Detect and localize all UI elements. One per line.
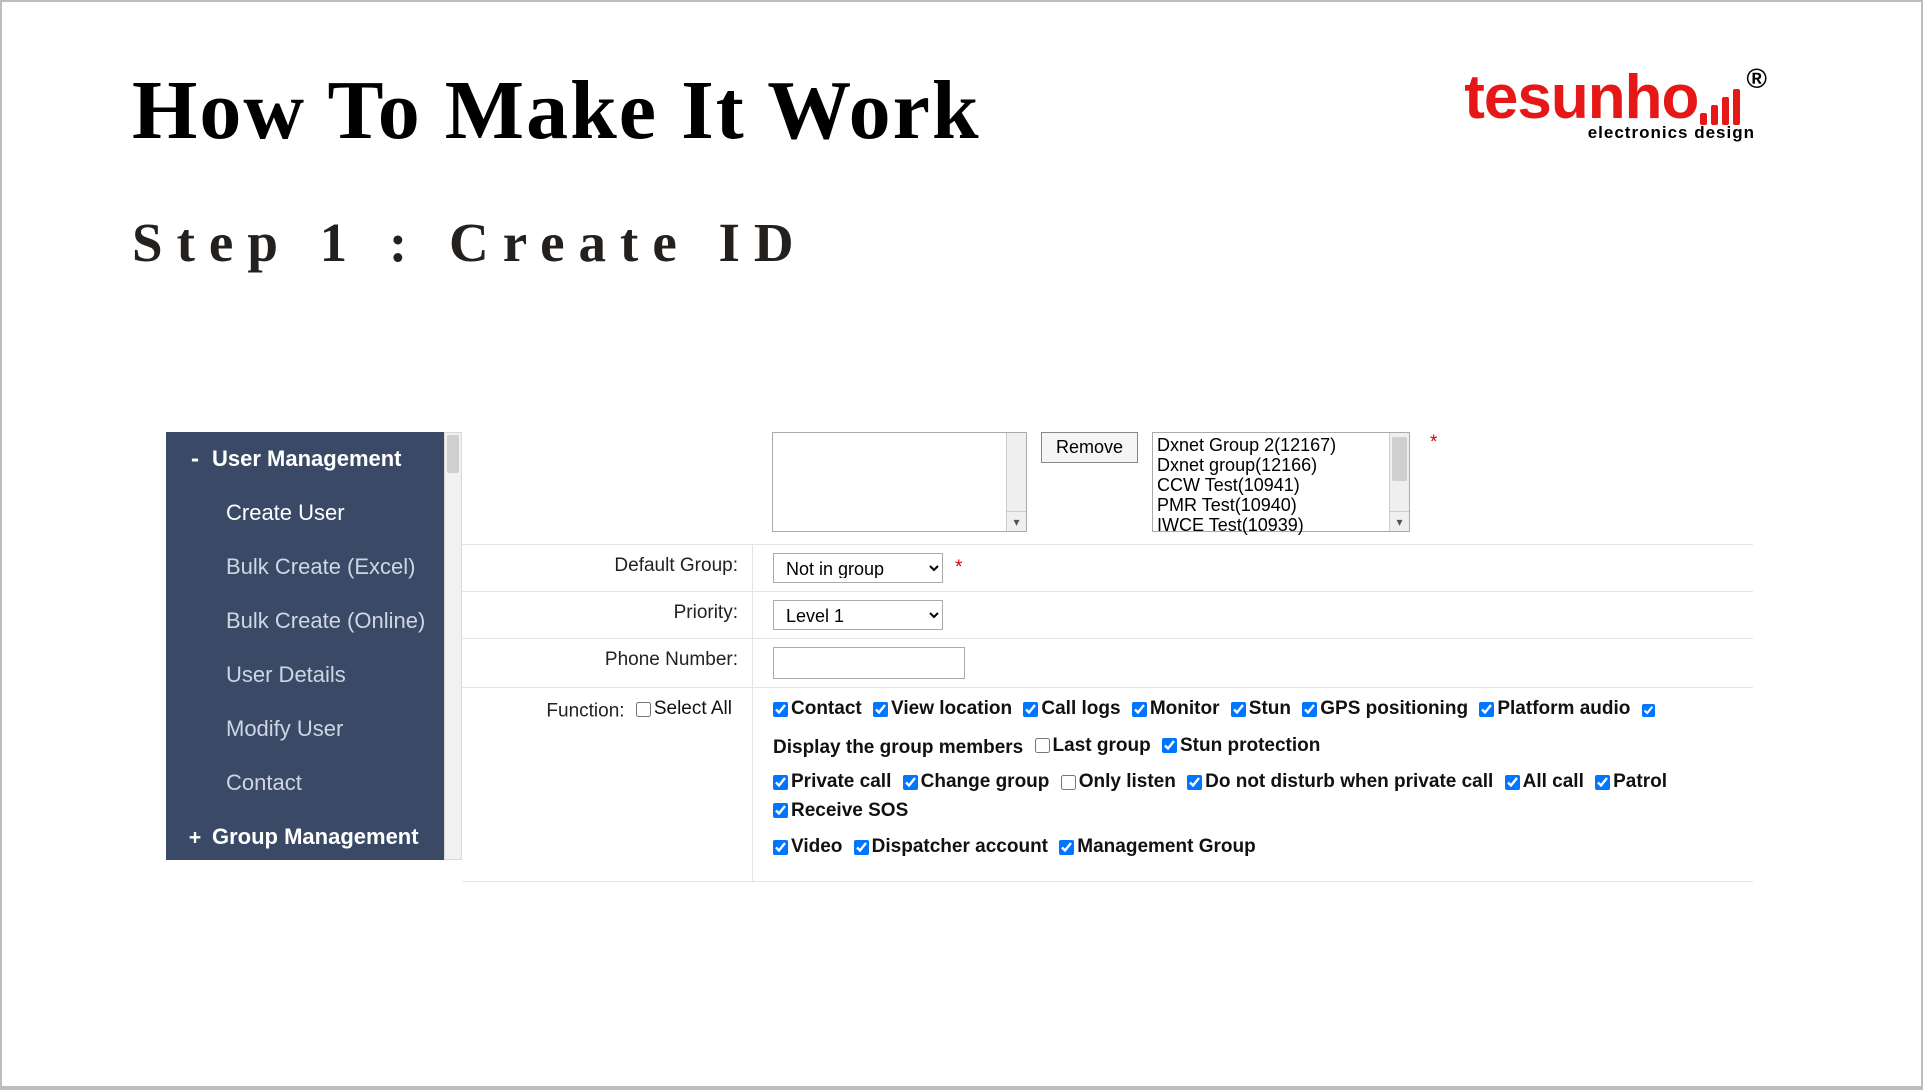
function-all-call[interactable]: All call: [1505, 769, 1584, 795]
list-item[interactable]: Dxnet Group 2(12167): [1157, 435, 1405, 455]
function-checkboxes: Contact View location Call logs Monitor …: [752, 688, 1753, 881]
sidebar-item-create-user[interactable]: Create User: [166, 486, 444, 540]
create-user-form: ▾ Remove Dxnet Group 2(12167) Dxnet grou…: [462, 432, 1753, 860]
sidebar-section-label: User Management: [212, 446, 402, 472]
default-group-row: Default Group: Not in group *: [462, 545, 1753, 592]
chevron-down-icon[interactable]: ▾: [1006, 511, 1026, 531]
priority-select[interactable]: Level 1: [773, 600, 943, 630]
default-group-select[interactable]: Not in group: [773, 553, 943, 583]
selected-groups-listbox[interactable]: ▾: [772, 432, 1027, 532]
registered-icon: ®: [1746, 63, 1767, 95]
signal-icon: [1700, 89, 1740, 125]
list-item[interactable]: CCW Test(10941): [1157, 475, 1405, 495]
function-last-group[interactable]: Last group: [1035, 733, 1151, 759]
sidebar-item-user-details[interactable]: User Details: [166, 648, 444, 702]
sidebar-wrap: - User Management Create User Bulk Creat…: [166, 432, 462, 860]
function-display-group-members[interactable]: Display the group members: [773, 735, 1023, 761]
list-item[interactable]: PMR Test(10940): [1157, 495, 1405, 515]
function-patrol[interactable]: Patrol: [1595, 769, 1667, 795]
function-do-not-disturb[interactable]: Do not disturb when private call: [1187, 769, 1493, 795]
function-dispatcher-account[interactable]: Dispatcher account: [854, 834, 1048, 860]
sidebar: - User Management Create User Bulk Creat…: [166, 432, 444, 860]
step-title: Step 1 : Create ID: [132, 211, 1791, 274]
listbox-scrollbar[interactable]: ▾: [1006, 433, 1026, 531]
function-display-group-members-leading-check[interactable]: [1642, 704, 1655, 717]
sidebar-item-bulk-create-excel[interactable]: Bulk Create (Excel): [166, 540, 444, 594]
priority-label: Priority:: [462, 592, 752, 634]
sidebar-section-label: Group Management: [212, 824, 419, 850]
function-contact[interactable]: Contact: [773, 696, 862, 722]
scrollbar-thumb[interactable]: [1392, 437, 1407, 481]
list-item[interactable]: Dxnet group(12166): [1157, 455, 1405, 475]
logo: tesunho ® electronics design: [1464, 62, 1761, 143]
function-label: Function:: [546, 701, 624, 722]
function-only-listen[interactable]: Only listen: [1061, 769, 1176, 795]
select-all-checkbox[interactable]: Select All: [636, 698, 732, 720]
group-assign-row: ▾ Remove Dxnet Group 2(12167) Dxnet grou…: [462, 432, 1753, 545]
scrollbar-thumb[interactable]: [447, 435, 459, 473]
list-item[interactable]: IWCE Test(10939): [1157, 515, 1405, 535]
function-view-location[interactable]: View location: [873, 696, 1012, 722]
function-private-call[interactable]: Private call: [773, 769, 891, 795]
function-stun[interactable]: Stun: [1231, 696, 1291, 722]
function-video[interactable]: Video: [773, 834, 842, 860]
sidebar-item-contact[interactable]: Contact: [166, 756, 444, 810]
phone-input[interactable]: [773, 647, 965, 679]
phone-label: Phone Number:: [462, 639, 752, 681]
required-marker: *: [955, 557, 962, 579]
function-row: Function: Select All Contact View locati…: [462, 688, 1753, 882]
sidebar-item-modify-user[interactable]: Modify User: [166, 702, 444, 756]
checkbox-icon[interactable]: [636, 702, 651, 717]
phone-row: Phone Number:: [462, 639, 1753, 688]
priority-row: Priority: Level 1: [462, 592, 1753, 639]
function-gps-positioning[interactable]: GPS positioning: [1302, 696, 1468, 722]
sidebar-scrollbar[interactable]: [444, 432, 462, 860]
available-groups-listbox[interactable]: Dxnet Group 2(12167) Dxnet group(12166) …: [1152, 432, 1410, 532]
chevron-down-icon[interactable]: ▾: [1389, 511, 1409, 531]
function-management-group[interactable]: Management Group: [1059, 834, 1255, 860]
function-stun-protection[interactable]: Stun protection: [1162, 733, 1320, 759]
required-marker: *: [1430, 432, 1437, 454]
function-receive-sos[interactable]: Receive SOS: [773, 798, 908, 824]
default-group-label: Default Group:: [462, 545, 752, 587]
function-call-logs[interactable]: Call logs: [1023, 696, 1120, 722]
sidebar-item-bulk-create-online[interactable]: Bulk Create (Online): [166, 594, 444, 648]
remove-button[interactable]: Remove: [1041, 432, 1138, 463]
app-screenshot: - User Management Create User Bulk Creat…: [166, 432, 1753, 860]
sidebar-section-group-management[interactable]: + Group Management: [166, 810, 444, 864]
function-monitor[interactable]: Monitor: [1132, 696, 1220, 722]
page-title: How To Make It Work: [132, 62, 981, 159]
function-change-group[interactable]: Change group: [903, 769, 1050, 795]
sidebar-section-user-management[interactable]: - User Management: [166, 432, 444, 486]
slide: How To Make It Work Step 1 : Create ID t…: [0, 0, 1923, 1090]
listbox-scrollbar[interactable]: ▾: [1389, 433, 1409, 531]
plus-icon: +: [188, 825, 202, 849]
function-platform-audio[interactable]: Platform audio: [1479, 696, 1630, 722]
minus-icon: -: [188, 447, 202, 471]
